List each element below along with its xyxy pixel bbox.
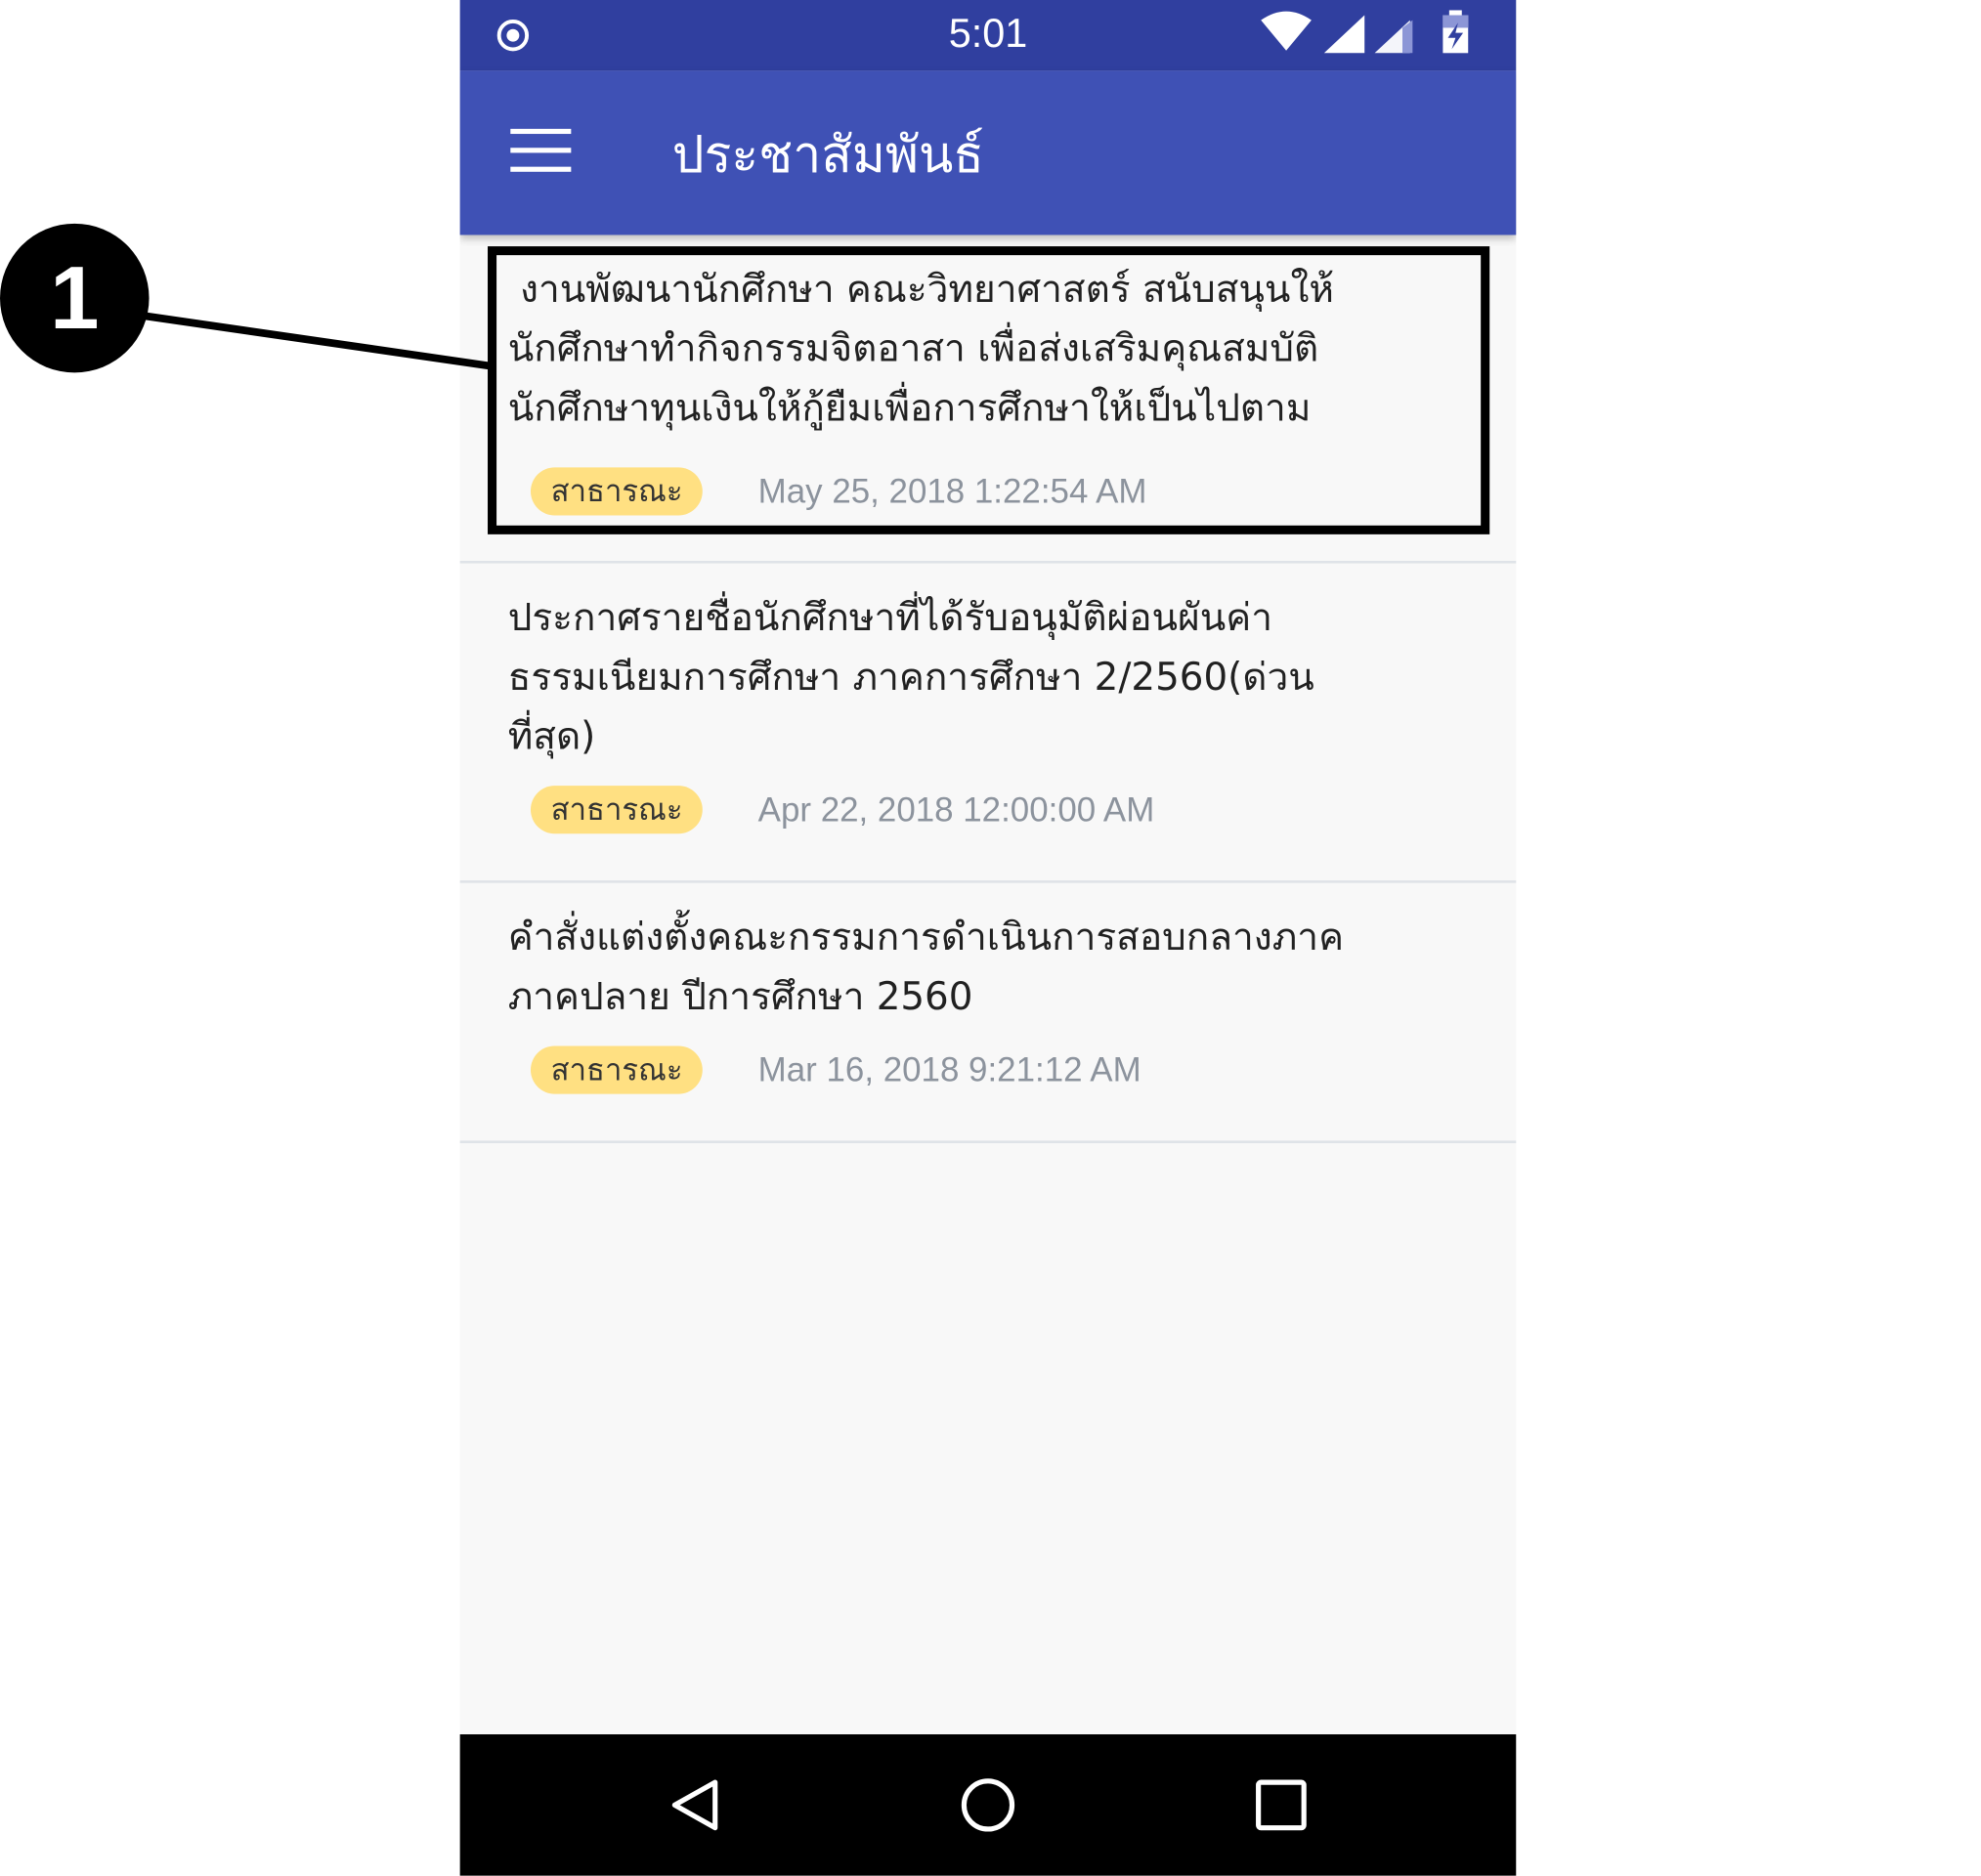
screenshot-canvas: 5:01 ประชาสัมพันธ์ งานพัฒนานักศึกษา คณะว…	[0, 0, 1959, 1876]
callout-number-badge: 1	[0, 223, 150, 373]
callout-highlight-box	[488, 246, 1490, 534]
